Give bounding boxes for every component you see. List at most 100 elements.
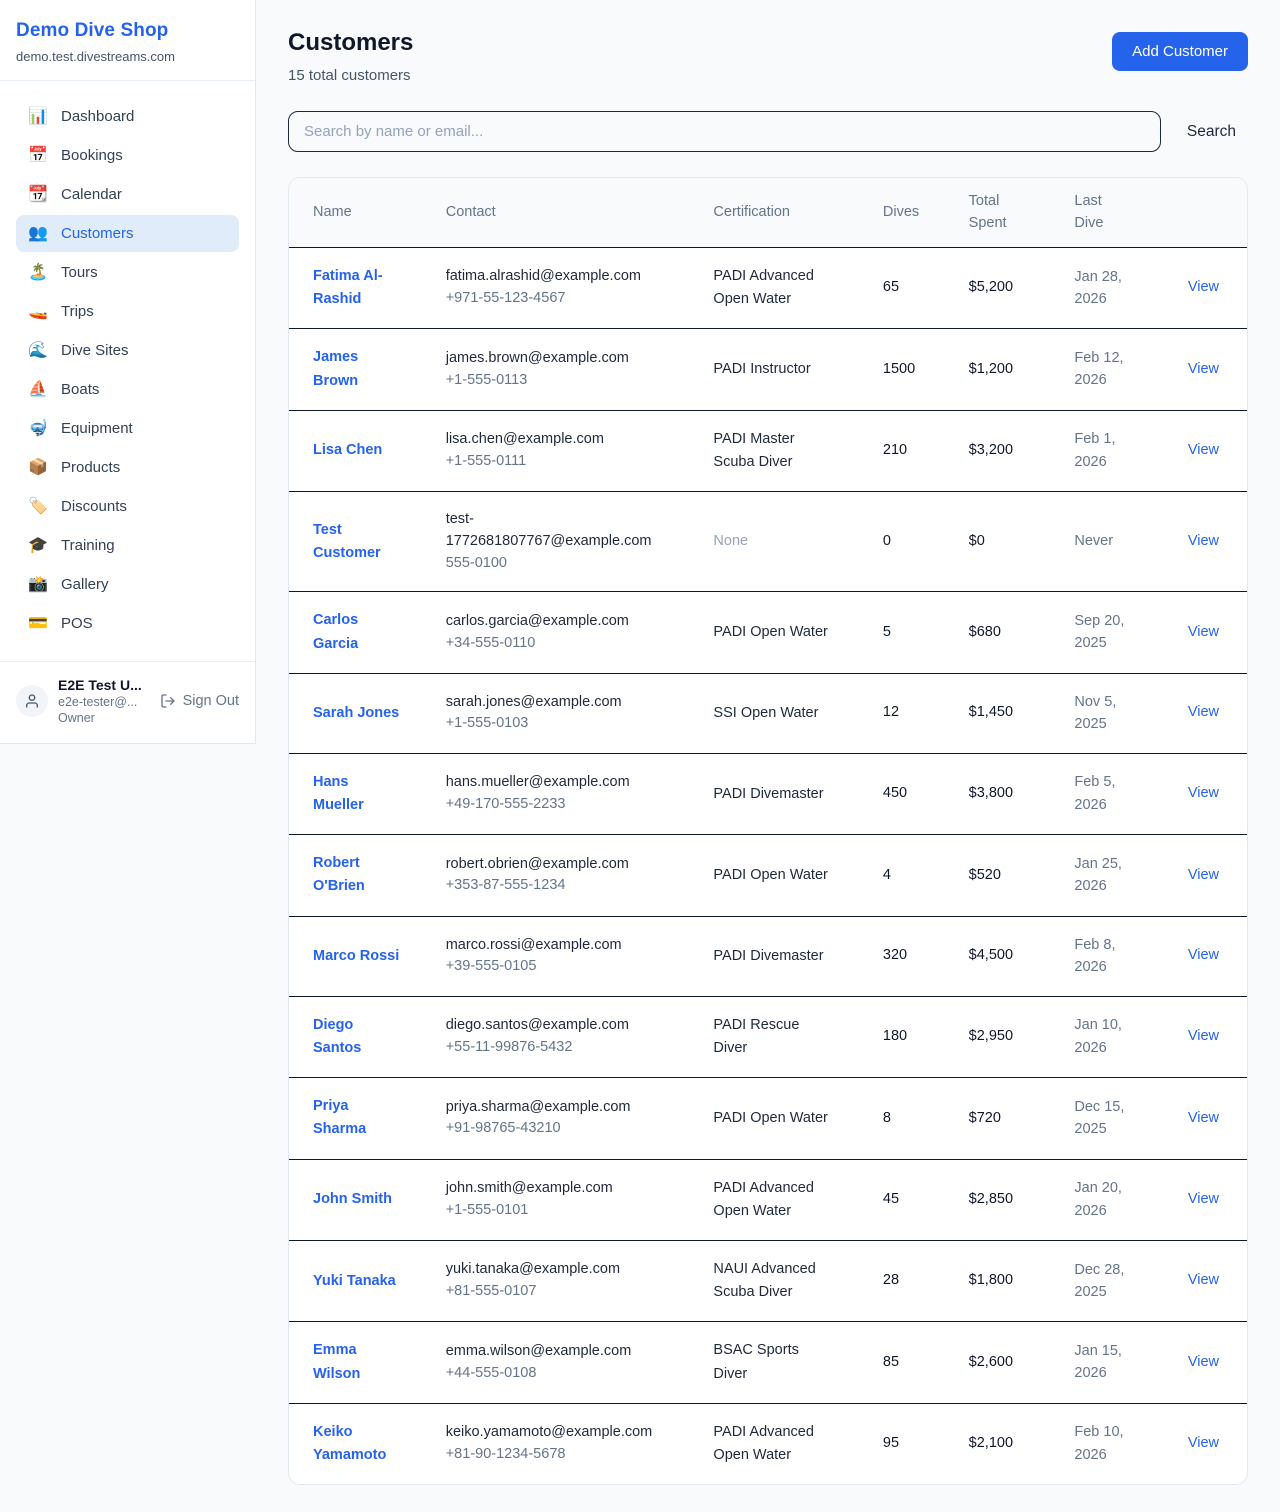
view-customer-link[interactable]: View [1188,624,1219,640]
customer-certification: PADI Rescue Diver [713,1014,835,1060]
customer-phone: +1-555-0101 [446,1200,666,1222]
tours-icon: 🏝️ [28,265,48,281]
column-header-total-spent: Total Spent [957,178,1063,247]
customer-last-dive: Feb 12, 2026 [1074,347,1138,392]
table-row: Yuki Tanaka yuki.tanaka@example.com +81-… [289,1241,1247,1322]
customer-name-link[interactable]: Robert O'Brien [313,852,401,898]
sidebar-item-discounts[interactable]: 🏷️ Discounts [16,488,239,525]
customer-name-link[interactable]: Fatima Al-Rashid [313,265,401,311]
customer-phone: +49-170-555-2233 [446,794,666,816]
customer-name-link[interactable]: James Brown [313,346,401,392]
customer-phone: +971-55-123-4567 [446,288,666,310]
sidebar-item-training[interactable]: 🎓 Training [16,527,239,564]
sidebar-item-boats[interactable]: ⛵ Boats [16,371,239,408]
user-role: Owner [58,711,150,725]
sidebar-item-trips[interactable]: 🚤 Trips [16,293,239,330]
customer-certification: PADI Open Water [713,1107,827,1130]
view-customer-link[interactable]: View [1188,785,1219,801]
view-customer-link[interactable]: View [1188,279,1219,295]
sidebar-item-dashboard[interactable]: 📊 Dashboard [16,98,239,135]
customer-email: sarah.jones@example.com [446,692,666,714]
equipment-icon: 🤿 [28,421,48,437]
customer-dives: 95 [871,1403,957,1484]
view-customer-link[interactable]: View [1188,867,1219,883]
customer-last-dive: Feb 5, 2026 [1074,771,1138,816]
customer-dives: 180 [871,996,957,1077]
sidebar-item-gallery[interactable]: 📸 Gallery [16,566,239,603]
table-row: Carlos Garcia carlos.garcia@example.com … [289,592,1247,673]
table-row: Emma Wilson emma.wilson@example.com +44-… [289,1322,1247,1403]
view-customer-link[interactable]: View [1188,533,1219,549]
customer-dives: 45 [871,1159,957,1240]
logout-icon [160,693,176,709]
customer-total-spent: $1,450 [957,673,1063,753]
customer-dives: 65 [871,247,957,328]
view-customer-link[interactable]: View [1188,1435,1219,1451]
table-row: Keiko Yamamoto keiko.yamamoto@example.co… [289,1403,1247,1484]
customer-name-link[interactable]: Lisa Chen [313,439,382,462]
customer-total-spent: $5,200 [957,247,1063,328]
sidebar-item-calendar[interactable]: 📆 Calendar [16,176,239,213]
table-header-row: Name Contact Certification Dives Total S… [289,178,1247,247]
customer-name-link[interactable]: Test Customer [313,519,401,565]
customer-phone: +39-555-0105 [446,956,666,978]
customer-certification: PADI Master Scuba Diver [713,428,835,474]
search-input[interactable] [288,111,1161,152]
column-header-name: Name [289,178,434,247]
customer-certification: PADI Instructor [713,358,810,381]
dive-sites-icon: 🌊 [28,343,48,359]
view-customer-link[interactable]: View [1188,1191,1219,1207]
sidebar-item-label: Customers [61,225,134,242]
app-root: Demo Dive Shop demo.test.divestreams.com… [0,0,1280,1512]
view-customer-link[interactable]: View [1188,361,1219,377]
sidebar-item-pos[interactable]: 💳 POS [16,605,239,642]
view-customer-link[interactable]: View [1188,442,1219,458]
customer-name-link[interactable]: Keiko Yamamoto [313,1421,401,1467]
view-customer-link[interactable]: View [1188,704,1219,720]
column-header-dives: Dives [871,178,957,247]
sidebar-item-dive-sites[interactable]: 🌊 Dive Sites [16,332,239,369]
customer-last-dive: Jan 15, 2026 [1074,1340,1138,1385]
view-customer-link[interactable]: View [1188,1354,1219,1370]
customer-name-link[interactable]: Yuki Tanaka [313,1270,396,1293]
sidebar-item-bookings[interactable]: 📅 Bookings [16,137,239,174]
customer-name-link[interactable]: Sarah Jones [313,702,399,725]
customer-name-link[interactable]: Marco Rossi [313,945,399,968]
sidebar-item-equipment[interactable]: 🤿 Equipment [16,410,239,447]
search-button[interactable]: Search [1175,113,1248,151]
add-customer-button[interactable]: Add Customer [1112,32,1248,71]
customer-certification: PADI Open Water [713,864,827,887]
view-customer-link[interactable]: View [1188,947,1219,963]
customer-name-link[interactable]: Hans Mueller [313,771,401,817]
sidebar-item-tours[interactable]: 🏝️ Tours [16,254,239,291]
customer-last-dive: Feb 1, 2026 [1074,428,1138,473]
customers-table-body: Fatima Al-Rashid fatima.alrashid@example… [289,247,1247,1484]
customer-last-dive: Jan 20, 2026 [1074,1177,1138,1222]
customer-email: marco.rossi@example.com [446,935,666,957]
view-customer-link[interactable]: View [1188,1272,1219,1288]
customer-name-link[interactable]: Carlos Garcia [313,609,401,655]
customer-total-spent: $2,600 [957,1322,1063,1403]
customer-total-spent: $3,800 [957,753,1063,834]
view-customer-link[interactable]: View [1188,1028,1219,1044]
gallery-icon: 📸 [28,577,48,593]
customer-email: test-1772681807767@example.com [446,509,666,553]
customer-count: 15 total customers [288,67,413,84]
customer-name-link[interactable]: Emma Wilson [313,1339,401,1385]
column-header-certification: Certification [701,178,870,247]
customer-total-spent: $680 [957,592,1063,673]
calendar-icon: 📆 [28,187,48,203]
table-row: Marco Rossi marco.rossi@example.com +39-… [289,916,1247,996]
customer-name-link[interactable]: John Smith [313,1188,392,1211]
customer-name-link[interactable]: Diego Santos [313,1014,401,1060]
sign-out-button[interactable]: Sign Out [160,693,239,709]
sidebar-item-label: Boats [61,381,99,398]
customer-email: carlos.garcia@example.com [446,611,666,633]
sidebar-item-label: Calendar [61,186,122,203]
customer-last-dive: Feb 10, 2026 [1074,1421,1138,1466]
customer-dives: 4 [871,835,957,916]
sidebar-item-products[interactable]: 📦 Products [16,449,239,486]
view-customer-link[interactable]: View [1188,1110,1219,1126]
customer-name-link[interactable]: Priya Sharma [313,1095,401,1141]
sidebar-item-customers[interactable]: 👥 Customers [16,215,239,252]
